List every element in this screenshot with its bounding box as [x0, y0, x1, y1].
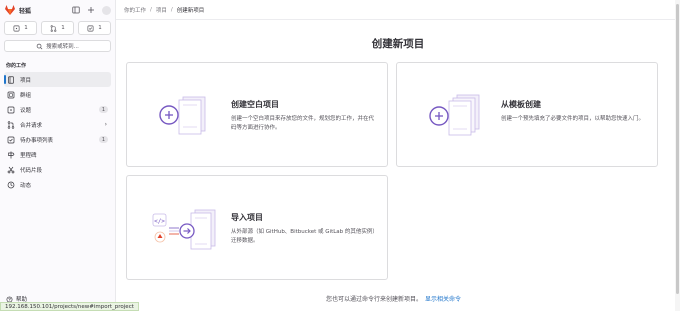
chevron-right-icon[interactable]: › — [105, 121, 107, 128]
search-button[interactable]: 搜索或转到... — [4, 40, 111, 52]
sidebar-item-projects[interactable]: 项目 — [4, 72, 111, 87]
issues-counter[interactable]: 1 — [4, 21, 37, 35]
sidebar-item-label: 合并请求 — [20, 122, 43, 129]
issues-count: 1 — [24, 25, 28, 31]
card-title[interactable]: 从模板创建 — [501, 99, 647, 110]
sidebar-item-activity[interactable]: 动态 — [4, 177, 111, 192]
breadcrumb-separator: / — [150, 6, 152, 13]
merge-request-icon — [7, 120, 15, 129]
toggle-sidebar-icon[interactable] — [72, 6, 80, 14]
page-title: 创建新项目 — [371, 38, 425, 50]
sidebar-item-snippets[interactable]: 代码片段 — [4, 162, 111, 177]
sidebar-nav: 项目 群组 议题 1 合并请求 › 待办事项列表 1 里程碑 代码片段 动态 — [0, 72, 115, 192]
merge-requests-count: 1 — [61, 25, 65, 31]
breadcrumb-current: 创建新项目 — [176, 7, 205, 14]
issues-icon — [7, 106, 15, 114]
issues-icon — [13, 25, 20, 31]
template-illustration-icon — [419, 91, 489, 141]
sidebar: 轻狐 1 1 1 搜索或转到... 你的工作 项目 群组 议题 1 合并请求 ›… — [0, 0, 116, 311]
card-title[interactable]: 创建空白项目 — [231, 99, 377, 110]
issues-badge: 1 — [98, 106, 108, 113]
main-scrollbar[interactable] — [675, 0, 680, 311]
card-description: 从外部源（如 GitHub、Bitbucket 或 GitLab 的其他实例）迁… — [231, 229, 376, 244]
sidebar-item-label: 里程碑 — [20, 152, 37, 159]
todos-badge: 1 — [98, 136, 108, 143]
snippet-icon — [7, 166, 15, 174]
activity-icon — [7, 181, 15, 189]
brand-logo-icon[interactable] — [4, 4, 16, 16]
brand-name: 轻狐 — [19, 7, 32, 15]
create-new-icon[interactable] — [87, 6, 95, 14]
project-icon — [7, 75, 15, 84]
section-title: 你的工作 — [6, 63, 27, 69]
card-description: 创建一个空白项目来存放您的文件，规划您的工作，并在代码等方面进行协作。 — [231, 116, 375, 131]
sidebar-item-label: 议题 — [20, 107, 32, 114]
sidebar-header: 轻狐 — [0, 0, 115, 20]
main-content: 你的工作 / 项目 / 创建新项目 创建新项目 创建空白项目 创建一个空白项目来… — [116, 0, 680, 311]
sidebar-item-todos[interactable]: 待办事项列表 1 — [4, 132, 111, 147]
user-avatar[interactable] — [102, 5, 111, 15]
sidebar-item-label: 群组 — [20, 92, 32, 99]
todo-icon — [87, 25, 94, 31]
sidebar-item-label: 待办事项列表 — [20, 137, 54, 144]
counter-row: 1 1 1 — [0, 21, 115, 35]
todos-counter[interactable]: 1 — [78, 21, 111, 35]
breadcrumb: 你的工作 / 项目 / 创建新项目 — [116, 0, 680, 20]
sidebar-item-issues[interactable]: 议题 1 — [4, 102, 111, 117]
group-icon — [7, 91, 15, 99]
breadcrumb-separator: / — [170, 6, 173, 13]
merge-request-icon — [50, 24, 57, 32]
sidebar-item-groups[interactable]: 群组 — [4, 87, 111, 102]
todos-count: 1 — [98, 25, 102, 31]
milestone-icon — [7, 151, 15, 159]
card-description: 创建一个预先填充了必要文件的项目，以帮助您快速入门。 — [501, 116, 645, 122]
import-project-card[interactable]: </> 导入项目 从外部源（如 GitHub、Bitbucket 或 GitLa… — [126, 175, 388, 280]
create-from-template-card[interactable]: 从模板创建 创建一个预先填充了必要文件的项目，以帮助您快速入门。 — [396, 62, 658, 167]
status-url-bar: 192.168.150.101/projects/new#import_proj… — [0, 302, 139, 311]
sidebar-item-merge-requests[interactable]: 合并请求 › — [4, 117, 111, 132]
search-label: 搜索或转到... — [46, 44, 79, 50]
cli-note-text: 您也可以通过命令行来创建新项目。 — [326, 296, 423, 303]
scrollbar-thumb[interactable] — [676, 4, 679, 294]
breadcrumb-your-work[interactable]: 你的工作 — [124, 6, 146, 14]
search-icon — [36, 43, 43, 49]
blank-project-illustration-icon — [149, 91, 219, 141]
merge-requests-counter[interactable]: 1 — [41, 21, 74, 35]
sidebar-item-label: 动态 — [20, 182, 32, 189]
import-project-illustration-icon: </> — [149, 204, 219, 254]
breadcrumb-projects[interactable]: 项目 — [156, 6, 167, 14]
todo-icon — [7, 136, 15, 144]
sidebar-item-label: 项目 — [20, 77, 32, 84]
svg-text:</>: </> — [154, 218, 165, 225]
cli-note: 您也可以通过命令行来创建新项目。 显示相关命令 — [326, 294, 461, 303]
create-blank-project-card[interactable]: 创建空白项目 创建一个空白项目来存放您的文件，规划您的工作，并在代码等方面进行协… — [126, 62, 388, 167]
sidebar-item-label: 代码片段 — [20, 167, 43, 174]
show-command-link[interactable]: 显示相关命令 — [425, 294, 461, 303]
sidebar-item-milestones[interactable]: 里程碑 — [4, 147, 111, 162]
card-title[interactable]: 导入项目 — [231, 212, 377, 223]
